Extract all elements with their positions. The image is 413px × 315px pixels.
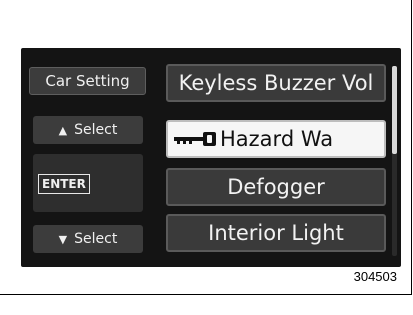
menu-item-label: Defogger	[227, 175, 325, 199]
key-icon	[174, 132, 216, 146]
display-screen: Car Setting ▲ Select ENTER ▼ Select Keyl…	[21, 48, 401, 267]
enter-label: ENTER	[38, 174, 90, 194]
menu-item-hazard-warning[interactable]: Hazard Wa	[166, 120, 386, 158]
scrollbar-track[interactable]	[392, 66, 397, 256]
up-triangle-icon: ▲	[58, 123, 68, 137]
menu-item-interior-light[interactable]: Interior Light	[166, 214, 386, 252]
car-setting-label: Car Setting	[45, 72, 130, 90]
menu-item-label: Keyless Buzzer Vol	[178, 71, 374, 95]
select-down-label: Select	[74, 231, 118, 247]
car-setting-button[interactable]: Car Setting	[29, 67, 146, 95]
enter-button[interactable]: ENTER	[33, 154, 143, 212]
menu-item-keyless-buzzer-vol[interactable]: Keyless Buzzer Vol	[166, 64, 386, 102]
select-up-button[interactable]: ▲ Select	[33, 116, 143, 144]
select-up-label: Select	[74, 122, 118, 138]
menu-item-label: Hazard Wa	[220, 127, 334, 151]
down-triangle-icon: ▼	[58, 232, 68, 246]
scrollbar-thumb[interactable]	[392, 66, 397, 154]
menu-item-defogger[interactable]: Defogger	[166, 168, 386, 206]
select-down-button[interactable]: ▼ Select	[33, 225, 143, 253]
figure-code: 304503	[353, 269, 397, 284]
menu-item-label: Interior Light	[208, 221, 344, 245]
